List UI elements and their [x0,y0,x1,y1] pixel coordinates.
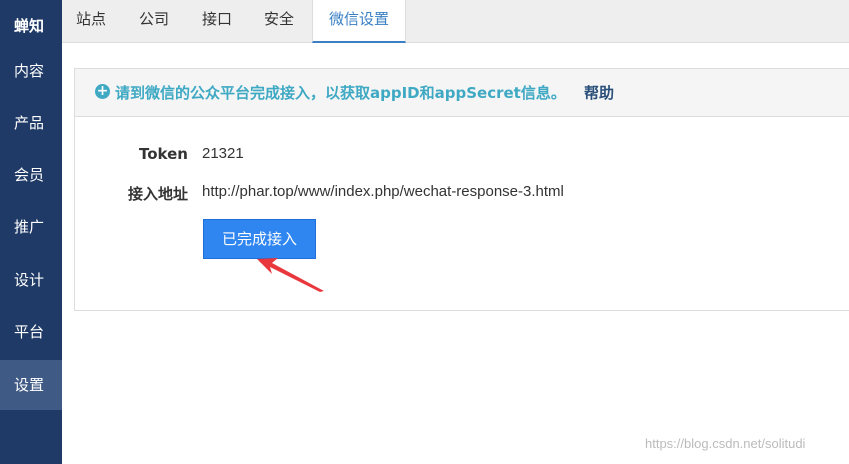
sidebar-item-design[interactable]: 设计 [0,254,62,306]
tab-interface[interactable]: 接口 [202,0,232,43]
plus-circle-icon: + [95,83,110,99]
sidebar-item-product[interactable]: 产品 [0,97,62,149]
help-link[interactable]: 帮助 [584,82,614,103]
notice-bar: + 请到微信的公众平台完成接入，以获取appID和appSecret信息。 帮助 [75,69,849,117]
notice-text: 请到微信的公众平台完成接入，以获取appID和appSecret信息。 [115,84,566,102]
wechat-settings-panel: + 请到微信的公众平台完成接入，以获取appID和appSecret信息。 帮助… [74,68,849,311]
url-value: http://phar.top/www/index.php/wechat-res… [202,183,564,200]
tab-site[interactable]: 站点 [76,0,106,43]
top-tab-bar: 站点 公司 接口 安全 微信设置 [62,0,849,43]
sidebar: 蝉知 内容 产品 会员 推广 设计 平台 设置 [0,0,62,464]
token-label: Token [139,145,188,163]
red-arrow-icon [257,258,324,292]
tab-security[interactable]: 安全 [264,0,294,43]
sidebar-item-promotion[interactable]: 推广 [0,201,62,253]
token-value: 21321 [202,145,244,162]
sidebar-item-settings[interactable]: 设置 [0,360,62,410]
sidebar-item-platform[interactable]: 平台 [0,306,62,358]
tab-wechat-settings[interactable]: 微信设置 [312,0,406,43]
url-label: 接入地址 [127,185,188,203]
sidebar-item-member[interactable]: 会员 [0,149,62,201]
sidebar-item-content[interactable]: 内容 [0,45,62,97]
watermark: https://blog.csdn.net/solitudi [645,436,806,451]
tab-company[interactable]: 公司 [139,0,169,43]
